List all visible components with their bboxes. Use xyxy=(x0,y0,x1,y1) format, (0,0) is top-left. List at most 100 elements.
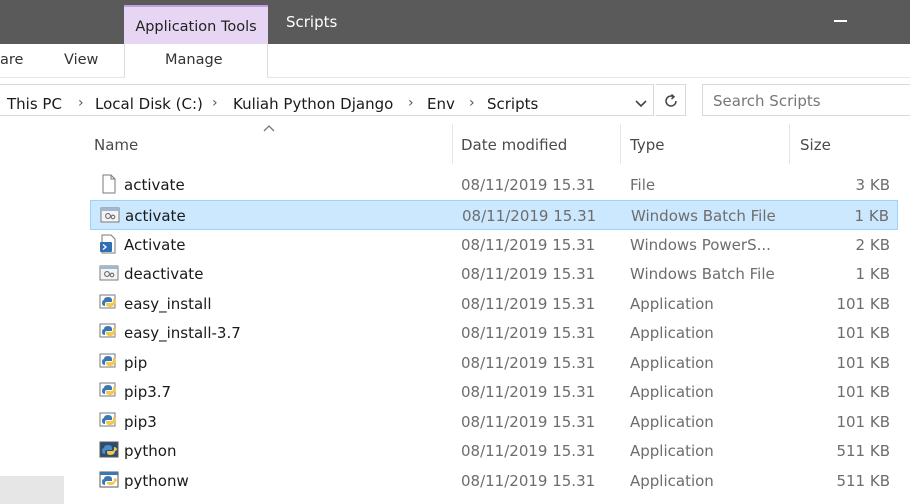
file-size: 101 KB xyxy=(836,413,890,431)
file-type: Windows Batch File xyxy=(630,265,775,283)
file-size: 101 KB xyxy=(836,354,890,372)
file-icon xyxy=(102,174,116,194)
address-row: This PC › Local Disk (C:) › Kuliah Pytho… xyxy=(0,80,910,122)
minimize-icon[interactable] xyxy=(834,20,847,22)
tab-view[interactable]: View xyxy=(64,52,98,68)
column-header-type-label: Type xyxy=(630,136,665,154)
file-name: activate xyxy=(125,207,186,225)
refresh-button[interactable] xyxy=(656,84,686,116)
tab-manage[interactable]: Manage xyxy=(165,52,223,68)
column-header-type[interactable]: Type xyxy=(621,122,789,168)
file-size: 1 KB xyxy=(855,265,890,283)
file-name: pip xyxy=(124,354,148,372)
column-header-size-label: Size xyxy=(800,136,831,154)
file-date: 08/11/2019 15.31 xyxy=(461,442,596,460)
refresh-icon xyxy=(665,93,677,107)
file-size: 2 KB xyxy=(855,236,890,254)
python-app-icon xyxy=(99,412,116,427)
file-date: 08/11/2019 15.31 xyxy=(461,265,596,283)
tab-share[interactable]: are xyxy=(0,52,23,68)
file-date: 08/11/2019 15.31 xyxy=(461,295,596,313)
python-app-icon xyxy=(99,353,116,368)
python-app-icon xyxy=(99,323,116,338)
file-type: Application xyxy=(630,354,714,372)
file-name: Activate xyxy=(124,236,186,254)
file-row-activate-bat[interactable]: activate 08/11/2019 15.31 Windows Batch … xyxy=(90,200,898,230)
breadcrumb-separator-icon[interactable]: › xyxy=(212,95,218,111)
breadcrumb-this-pc[interactable]: This PC xyxy=(7,95,62,113)
navigation-pane[interactable] xyxy=(0,122,86,504)
file-row-activate-ps1[interactable]: Activate 08/11/2019 15.31 Windows PowerS… xyxy=(90,230,898,260)
file-type: Application xyxy=(630,413,714,431)
breadcrumb-separator-icon[interactable]: › xyxy=(78,95,84,111)
file-type: Application xyxy=(630,442,714,460)
file-type: Application xyxy=(630,472,714,490)
file-type: File xyxy=(630,176,656,194)
python-app-icon xyxy=(99,382,116,397)
batch-file-icon xyxy=(100,207,120,223)
context-tab-label: Application Tools xyxy=(135,19,257,35)
ribbon-tabs: are View Manage xyxy=(0,44,910,78)
file-type: Application xyxy=(630,295,714,313)
file-date: 08/11/2019 15.31 xyxy=(461,176,596,194)
breadcrumb-kuliah-python-django[interactable]: Kuliah Python Django xyxy=(233,95,393,113)
file-row-activate[interactable]: activate 08/11/2019 15.31 File 3 KB xyxy=(90,170,898,200)
file-date: 08/11/2019 15.31 xyxy=(461,413,596,431)
file-size: 511 KB xyxy=(836,472,890,490)
column-header-size[interactable]: Size xyxy=(790,122,910,168)
file-type: Windows PowerS... xyxy=(630,236,771,254)
file-row-pip[interactable]: pip 08/11/2019 15.31 Application 101 KB xyxy=(90,348,898,378)
file-row-easy-install[interactable]: easy_install 08/11/2019 15.31 Applicatio… xyxy=(90,289,898,319)
column-header-name-label: Name xyxy=(94,136,139,154)
file-name: pip3.7 xyxy=(124,383,172,401)
file-name: easy_install-3.7 xyxy=(124,324,241,342)
batch-file-icon xyxy=(99,265,119,281)
column-header-date-label: Date modified xyxy=(461,136,568,154)
breadcrumb-separator-icon[interactable]: › xyxy=(469,95,475,111)
file-row-pip3[interactable]: pip3 08/11/2019 15.31 Application 101 KB xyxy=(90,407,898,437)
file-type: Application xyxy=(630,383,714,401)
window-title: Scripts xyxy=(286,13,338,31)
file-size: 101 KB xyxy=(836,295,890,313)
file-size: 101 KB xyxy=(836,324,890,342)
file-row-pythonw[interactable]: pythonw 08/11/2019 15.31 Application 511… xyxy=(90,466,898,496)
navigation-pane-scrollbar[interactable] xyxy=(0,476,64,504)
file-row-python[interactable]: python 08/11/2019 15.31 Application 511 … xyxy=(90,436,898,466)
python-exe-icon xyxy=(99,441,119,458)
file-row-deactivate[interactable]: deactivate 08/11/2019 15.31 Windows Batc… xyxy=(90,259,898,289)
file-date: 08/11/2019 15.31 xyxy=(461,324,596,342)
file-type: Application xyxy=(630,324,714,342)
column-header-name[interactable]: Name xyxy=(86,122,452,168)
powershell-file-icon xyxy=(100,234,116,254)
file-date: 08/11/2019 15.31 xyxy=(462,207,597,225)
file-row-easy-install-37[interactable]: easy_install-3.7 08/11/2019 15.31 Applic… xyxy=(90,318,898,348)
pythonw-exe-icon xyxy=(99,471,119,488)
application-tools-context-tab[interactable]: Application Tools xyxy=(124,5,268,44)
file-date: 08/11/2019 15.31 xyxy=(461,354,596,372)
file-size: 511 KB xyxy=(836,442,890,460)
file-name: deactivate xyxy=(124,265,204,283)
search-box[interactable] xyxy=(702,84,910,116)
breadcrumb-env[interactable]: Env xyxy=(427,95,455,113)
python-app-icon xyxy=(99,294,116,309)
search-input[interactable] xyxy=(713,91,903,111)
file-type: Windows Batch File xyxy=(631,207,776,225)
file-name: easy_install xyxy=(124,295,212,313)
file-date: 08/11/2019 15.31 xyxy=(461,472,596,490)
file-name: activate xyxy=(124,176,185,194)
title-bar: Application Tools Scripts xyxy=(0,0,910,44)
file-date: 08/11/2019 15.31 xyxy=(461,383,596,401)
chevron-down-icon[interactable] xyxy=(632,94,650,112)
file-size: 1 KB xyxy=(854,207,889,225)
breadcrumb-scripts[interactable]: Scripts xyxy=(487,95,538,113)
file-row-pip37[interactable]: pip3.7 08/11/2019 15.31 Application 101 … xyxy=(90,377,898,407)
breadcrumb-local-disk[interactable]: Local Disk (C:) xyxy=(95,95,203,113)
column-header-date[interactable]: Date modified xyxy=(453,122,620,168)
file-size: 101 KB xyxy=(836,383,890,401)
file-date: 08/11/2019 15.31 xyxy=(461,236,596,254)
file-name: pip3 xyxy=(124,413,157,431)
address-bar[interactable]: This PC › Local Disk (C:) › Kuliah Pytho… xyxy=(0,84,654,116)
file-size: 3 KB xyxy=(855,176,890,194)
breadcrumb-separator-icon[interactable]: › xyxy=(408,95,414,111)
file-name: python xyxy=(124,442,177,460)
